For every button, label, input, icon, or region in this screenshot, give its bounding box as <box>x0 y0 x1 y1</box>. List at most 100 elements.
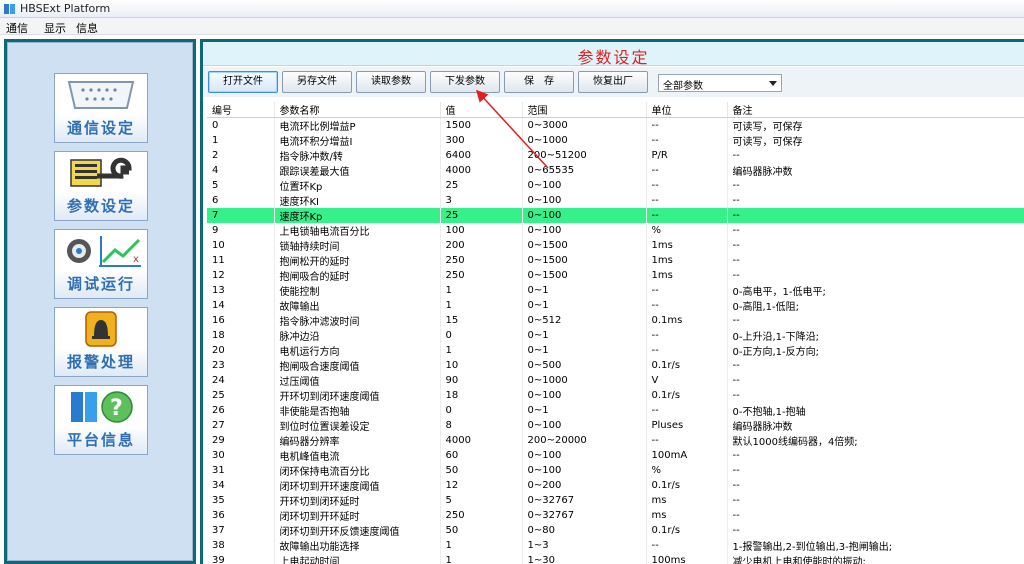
table-row[interactable]: 18 脉冲边沿 0 0~1 -- 0-上升沿,1-下降沿; <box>207 328 1024 343</box>
save-button[interactable]: 保 存 <box>504 71 574 93</box>
param-value[interactable]: 90 <box>440 373 523 388</box>
param-id: 25 <box>207 388 275 403</box>
open-file-button[interactable]: 打开文件 <box>208 71 278 93</box>
param-value[interactable]: 1500 <box>440 117 523 133</box>
param-value[interactable]: 250 <box>440 253 523 268</box>
param-range: 0~1 <box>522 298 647 313</box>
column-header-id[interactable]: 编号 <box>207 102 275 118</box>
column-header-name[interactable]: 参数名称 <box>274 102 441 118</box>
param-value[interactable]: 6400 <box>440 148 523 163</box>
table-row[interactable]: 14 故障输出 1 0~1 -- 0-高阻,1-低阻; <box>207 298 1024 313</box>
table-row[interactable]: 20 电机运行方向 1 0~1 -- 0-正方向,1-反方向; <box>207 343 1024 358</box>
param-value[interactable]: 200 <box>440 238 523 253</box>
table-row[interactable]: 25 开环切到闭环速度阈值 18 0~100 0.1r/s -- <box>207 388 1024 403</box>
table-row[interactable]: 37 闭环切到开环反馈速度阈值 50 0~80 0.1r/s -- <box>207 523 1024 538</box>
param-value[interactable]: 4000 <box>440 163 523 178</box>
param-name: 抱闸松开的延时 <box>274 253 441 268</box>
param-value[interactable]: 1 <box>440 553 523 564</box>
factory-reset-button[interactable]: 恢复出厂 <box>578 71 648 93</box>
page-title: 参数设定 <box>577 48 650 67</box>
param-value[interactable]: 0 <box>440 403 523 418</box>
param-value[interactable]: 8 <box>440 418 523 433</box>
param-value[interactable]: 12 <box>440 478 523 493</box>
param-value[interactable]: 15 <box>440 313 523 328</box>
param-value[interactable]: 1 <box>440 298 523 313</box>
menu-info[interactable]: 信息 <box>76 20 98 36</box>
param-range: 0~65535 <box>522 163 647 178</box>
table-row[interactable]: 39 上电起动时间 1 1~30 100ms 减少电机上电和使能时的振动; <box>207 553 1024 564</box>
param-value[interactable]: 4000 <box>440 433 523 448</box>
param-unit: ms <box>646 493 728 508</box>
param-value[interactable]: 50 <box>440 523 523 538</box>
param-name: 故障输出功能选择 <box>274 538 441 553</box>
param-value[interactable]: 250 <box>440 508 523 523</box>
column-header-value[interactable]: 值 <box>440 102 523 118</box>
param-value[interactable]: 60 <box>440 448 523 463</box>
param-value[interactable]: 1 <box>440 343 523 358</box>
table-row[interactable]: 27 到位时位置误差设定 8 0~100 Pluses 编码器脉冲数 <box>207 418 1024 433</box>
nav-communication-settings[interactable]: 通信设定 <box>54 73 148 143</box>
param-remark: -- <box>727 523 1024 538</box>
param-remark: -- <box>727 493 1024 508</box>
param-value[interactable]: 25 <box>440 208 523 223</box>
table-row[interactable]: 13 使能控制 1 0~1 -- 0-高电平，1-低电平; <box>207 283 1024 298</box>
table-row[interactable]: 0 电流环比例增益P 1500 0~3000 -- 可读写，可保存 <box>207 117 1024 133</box>
table-row[interactable]: 29 编码器分辨率 4000 200~20000 -- 默认1000线编码器，4倍频; <box>207 433 1024 448</box>
table-row[interactable]: 36 闭环切到开环延时 250 0~32767 ms -- <box>207 508 1024 523</box>
table-row[interactable]: 4 跟踪误差最大值 4000 0~65535 -- 编码器脉冲数 <box>207 163 1024 178</box>
table-row[interactable]: 1 电流环积分增益I 300 0~1000 -- 可读写，可保存 <box>207 133 1024 148</box>
column-header-range[interactable]: 范围 <box>522 102 647 118</box>
save-as-button[interactable]: 另存文件 <box>282 71 352 93</box>
table-row[interactable]: 34 闭环切到开环速度阈值 12 0~200 0.1r/s -- <box>207 478 1024 493</box>
param-name: 电机运行方向 <box>274 343 441 358</box>
nav-alarm-handling[interactable]: 报警处理 <box>54 307 148 377</box>
table-row[interactable]: 16 指令脉冲滤波时间 15 0~512 0.1ms -- <box>207 313 1024 328</box>
table-row[interactable]: 35 开环切到闭环延时 5 0~32767 ms -- <box>207 493 1024 508</box>
nav-debug-run[interactable]: x 调试运行 <box>54 229 148 299</box>
table-row[interactable]: 24 过压阈值 90 0~1000 V -- <box>207 373 1024 388</box>
param-value[interactable]: 25 <box>440 178 523 193</box>
param-value[interactable]: 1 <box>440 283 523 298</box>
param-id: 12 <box>207 268 275 283</box>
table-row[interactable]: 23 抱闸吸合速度阈值 10 0~500 0.1r/s -- <box>207 358 1024 373</box>
menu-communication[interactable]: 通信 <box>6 20 28 36</box>
param-value[interactable]: 50 <box>440 463 523 478</box>
table-row[interactable]: 26 非使能是否抱轴 0 0~1 -- 0-不抱轴,1-抱轴 <box>207 403 1024 418</box>
column-header-remark[interactable]: 备注 <box>727 102 1024 118</box>
param-value[interactable]: 1 <box>440 538 523 553</box>
param-value[interactable]: 10 <box>440 358 523 373</box>
table-row[interactable]: 38 故障输出功能选择 1 1~3 -- 1-报警输出,2-到位输出,3-抱闸输出; <box>207 538 1024 553</box>
send-params-button[interactable]: 下发参数 <box>430 71 500 93</box>
param-remark: -- <box>727 388 1024 403</box>
column-header-unit[interactable]: 单位 <box>646 102 728 118</box>
param-value[interactable]: 18 <box>440 388 523 403</box>
table-row[interactable]: 5 位置环Kp 25 0~100 -- -- <box>207 178 1024 193</box>
nav-parameter-settings[interactable]: 参数设定 <box>54 151 148 221</box>
table-row[interactable]: 9 上电锁轴电流百分比 100 0~100% -- <box>207 223 1024 238</box>
read-params-button[interactable]: 读取参数 <box>356 71 426 93</box>
param-value[interactable]: 5 <box>440 493 523 508</box>
param-name: 故障输出 <box>274 298 441 313</box>
param-filter-select[interactable]: 全部参数 <box>658 74 782 92</box>
table-row[interactable]: 6 速度环KI 3 0~100 -- -- <box>207 193 1024 208</box>
table-row[interactable]: 7 速度环Kp 25 0~100 -- -- <box>207 208 1024 223</box>
param-id: 31 <box>207 463 275 478</box>
table-row[interactable]: 10 锁轴持续时间 200 0~1500 1ms -- <box>207 238 1024 253</box>
param-value[interactable]: 0 <box>440 328 523 343</box>
param-name: 闭环切到开环延时 <box>274 508 441 523</box>
nav-platform-info[interactable]: ? 平台信息 <box>54 385 148 455</box>
table-row[interactable]: 12 抱闸吸合的延时 250 0~1500 1ms -- <box>207 268 1024 283</box>
param-value[interactable]: 300 <box>440 133 523 148</box>
param-value[interactable]: 250 <box>440 268 523 283</box>
param-remark: -- <box>727 178 1024 193</box>
param-unit: -- <box>646 163 728 178</box>
table-row[interactable]: 11 抱闸松开的延时 250 0~1500 1ms -- <box>207 253 1024 268</box>
param-value[interactable]: 100 <box>440 223 523 238</box>
table-row[interactable]: 2 指令脉冲数/转 6400 200~51200 P/R -- <box>207 148 1024 163</box>
menu-display[interactable]: 显示 <box>44 20 66 36</box>
table-row[interactable]: 31 闭环保持电流百分比 50 0~100% -- <box>207 463 1024 478</box>
param-name: 电机峰值电流 <box>274 448 441 463</box>
param-name: 闭环保持电流百分比 <box>274 463 441 478</box>
param-value[interactable]: 3 <box>440 193 523 208</box>
table-row[interactable]: 30 电机峰值电流 60 0~100 100mA -- <box>207 448 1024 463</box>
